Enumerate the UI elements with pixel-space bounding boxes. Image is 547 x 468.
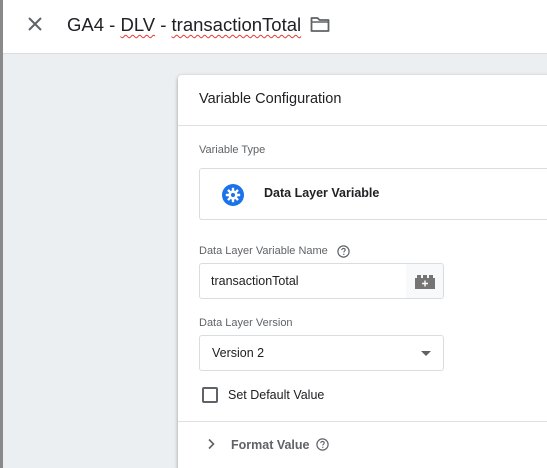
dlv-version-select[interactable]: Version 2 [199, 335, 444, 371]
variable-type-label: Variable Type [199, 144, 266, 156]
chevron-right-icon [208, 438, 215, 450]
close-button[interactable] [24, 13, 46, 35]
variable-type-selector[interactable]: Data Layer Variable [199, 168, 547, 220]
dlv-version-value: Version 2 [212, 346, 265, 360]
title-dlv: DLV [120, 14, 156, 35]
left-edge-strip [0, 0, 3, 468]
help-icon[interactable] [337, 245, 350, 258]
variable-name-title[interactable]: GA4 - DLV - transactionTotal [67, 13, 301, 37]
variable-picker-button[interactable] [406, 263, 444, 299]
variable-type-value: Data Layer Variable [264, 186, 380, 200]
divider [178, 125, 547, 126]
title-separator: - [155, 14, 172, 35]
gear-icon [221, 183, 245, 207]
default-value-label[interactable]: Set Default Value [228, 388, 324, 402]
title-variable: transactionTotal [171, 14, 302, 35]
lego-brick-icon [415, 275, 435, 289]
format-value-label: Format Value [231, 438, 310, 452]
close-icon [28, 17, 42, 31]
format-value-toggle[interactable]: Format Value [178, 422, 547, 468]
help-icon[interactable] [316, 438, 329, 451]
dlv-name-input[interactable] [199, 263, 407, 299]
chevron-down-icon [421, 351, 431, 356]
card-title: Variable Configuration [199, 91, 342, 107]
header-bar: GA4 - DLV - transactionTotal [3, 0, 547, 54]
dlv-version-label: Data Layer Version [199, 317, 293, 329]
default-value-checkbox[interactable] [202, 387, 218, 403]
title-prefix: GA4 - [67, 14, 121, 35]
folder-icon[interactable] [310, 15, 330, 33]
dlv-name-label: Data Layer Variable Name [199, 245, 328, 257]
variable-configuration-card: Variable Configuration Variable Type Dat… [178, 75, 547, 468]
